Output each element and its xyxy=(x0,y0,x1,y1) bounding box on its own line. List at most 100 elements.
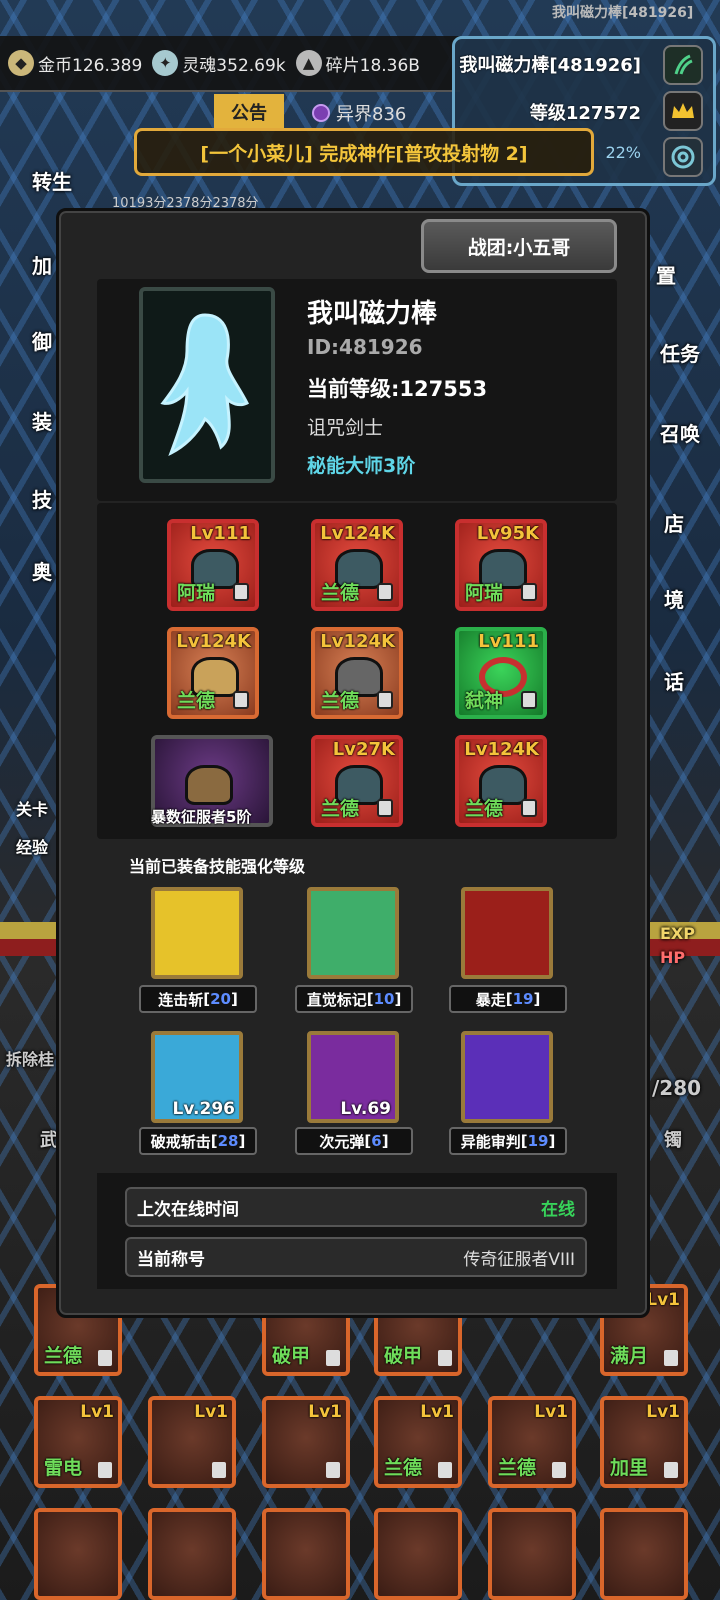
lock-icon xyxy=(438,1350,452,1366)
ghost-avatar-icon xyxy=(160,313,250,457)
profile-id: ID:481926 xyxy=(307,335,423,359)
online-status: 在线 xyxy=(541,1199,575,1220)
character-portrait xyxy=(139,287,275,483)
lock-icon xyxy=(233,691,249,709)
lock-icon xyxy=(664,1350,678,1366)
skill-label: 次元弹[6] xyxy=(295,1127,413,1155)
soul-currency: ✦ 灵魂352.69k xyxy=(152,50,286,76)
inventory-item[interactable] xyxy=(374,1508,462,1600)
equipment-slot[interactable]: Lv124K 兰德 xyxy=(311,627,403,719)
lock-icon xyxy=(552,1462,566,1478)
side-menu-label[interactable]: 奥 xyxy=(32,556,52,585)
lock-icon xyxy=(326,1350,340,1366)
inventory-item[interactable]: Lv1 xyxy=(262,1396,350,1488)
skill-combo-slash[interactable] xyxy=(151,887,243,979)
inventory-item[interactable]: Lv1 雷电 xyxy=(34,1396,122,1488)
right-menu-label[interactable]: 置 xyxy=(656,260,676,289)
side-menu-label[interactable]: 御 xyxy=(32,326,52,355)
pet-slot[interactable]: 暴数征服者5阶 xyxy=(151,735,273,827)
inventory-item[interactable] xyxy=(148,1508,236,1600)
equipment-slot[interactable]: Lv124K 兰德 xyxy=(167,627,259,719)
spiral-icon[interactable] xyxy=(663,137,703,177)
soul-icon: ✦ xyxy=(152,50,179,76)
inventory-item[interactable] xyxy=(34,1508,122,1600)
realm-indicator: 异界836 xyxy=(312,100,406,126)
rebirth-label[interactable]: 转生 xyxy=(32,166,72,195)
equipment-slot[interactable]: Lv111 弑神 xyxy=(455,627,547,719)
lock-icon xyxy=(98,1462,112,1478)
profile-class: 诅咒剑士 xyxy=(307,417,384,439)
exp-bar-label: EXP xyxy=(660,924,695,943)
right-menu-label[interactable]: 召唤 xyxy=(660,418,700,447)
exp-label: 经验 xyxy=(16,838,49,857)
lock-icon xyxy=(326,1462,340,1478)
inventory-item[interactable] xyxy=(488,1508,576,1600)
skill-label: 异能审判[19] xyxy=(449,1127,567,1155)
equipment-grid: Lv111 阿瑞 Lv124K 兰德 Lv95K 阿瑞 Lv124K 兰德 Lv… xyxy=(97,503,617,839)
announcement-tab[interactable]: 公告 xyxy=(214,94,284,130)
skill-psionic-judgment[interactable] xyxy=(461,1031,553,1123)
lock-icon xyxy=(377,583,393,601)
fragment-icon: ▲ xyxy=(295,50,322,76)
side-menu-label[interactable]: 装 xyxy=(32,406,52,435)
player-progress: 22% xyxy=(605,143,641,162)
skill-rampage[interactable] xyxy=(461,887,553,979)
inventory-item[interactable] xyxy=(600,1508,688,1600)
right-menu-label[interactable]: 店 xyxy=(664,508,684,537)
currency-bar: ◆ 金币126.389 ✦ 灵魂352.69k ▲ 碎片18.36B xyxy=(0,36,460,92)
skill-label: 暴走[19] xyxy=(449,985,567,1013)
lock-icon xyxy=(521,583,537,601)
skill-break-slash[interactable]: Lv.296 xyxy=(151,1031,243,1123)
claw-icon[interactable] xyxy=(663,45,703,85)
lock-icon xyxy=(438,1462,452,1478)
inventory-item[interactable]: Lv1 xyxy=(148,1396,236,1488)
player-profile-modal: 战团:小五哥 我叫磁力棒 ID:481926 当前等级:127553 诅咒剑士 … xyxy=(56,208,650,1318)
right-menu-label[interactable]: 话 xyxy=(664,666,684,695)
skills-section-title: 当前已装备技能强化等级 xyxy=(129,857,306,876)
profile-level: 当前等级:127553 xyxy=(307,377,488,401)
equipment-slot[interactable]: Lv27K 兰德 xyxy=(311,735,403,827)
profile-rank: 秘能大师3阶 xyxy=(307,455,416,477)
equipment-slot[interactable]: Lv124K 兰德 xyxy=(455,735,547,827)
skill-label: 连击斩[20] xyxy=(139,985,257,1013)
lock-icon xyxy=(664,1462,678,1478)
last-online-row: 上次在线时间 在线 xyxy=(125,1187,587,1227)
lock-icon xyxy=(233,583,249,601)
fragment-currency: ▲ 碎片18.36B xyxy=(295,50,420,76)
bracelet-tab-label[interactable]: 镯 xyxy=(664,1126,682,1152)
announcement-banner: [一个小菜儿] 完成神作[普攻投射物 2] xyxy=(134,128,594,176)
stage-label: 关卡 xyxy=(16,800,49,819)
player-info-list: 上次在线时间 在线 当前称号 传奇征服者VIII xyxy=(97,1173,617,1289)
wolf-pet-icon xyxy=(185,765,233,805)
current-title-row: 当前称号 传奇征服者VIII xyxy=(125,1237,587,1277)
skill-intuition-mark[interactable] xyxy=(307,887,399,979)
gold-currency: ◆ 金币126.389 xyxy=(8,50,142,76)
lock-icon xyxy=(212,1462,226,1478)
right-menu-label[interactable]: 境 xyxy=(664,584,684,613)
lock-icon xyxy=(521,691,537,709)
side-menu-label[interactable]: 技 xyxy=(32,484,52,513)
player-name-header: 我叫磁力棒[481926] xyxy=(552,5,694,21)
inventory-item[interactable]: Lv1 加里 xyxy=(600,1396,688,1488)
equipment-slot[interactable]: Lv111 阿瑞 xyxy=(167,519,259,611)
side-menu-label[interactable]: 加 xyxy=(32,250,52,279)
crown-icon[interactable] xyxy=(663,91,703,131)
gold-coin-icon: ◆ xyxy=(8,50,34,76)
lock-icon xyxy=(98,1350,112,1366)
profile-card: 我叫磁力棒 ID:481926 当前等级:127553 诅咒剑士 秘能大师3阶 xyxy=(97,279,617,501)
current-title-value: 传奇征服者VIII xyxy=(463,1249,575,1270)
equipment-slot[interactable]: Lv95K 阿瑞 xyxy=(455,519,547,611)
player-name: 我叫磁力棒[481926] xyxy=(459,55,641,76)
guild-button[interactable]: 战团:小五哥 xyxy=(421,219,617,273)
realm-portal-icon xyxy=(312,104,330,122)
skill-label: 破戒斩击[28] xyxy=(139,1127,257,1155)
inventory-item[interactable]: Lv1 兰德 xyxy=(374,1396,462,1488)
dismantle-label[interactable]: 拆除桂 xyxy=(6,1046,54,1070)
inventory-count: /280 xyxy=(652,1076,702,1100)
lock-icon xyxy=(521,799,537,817)
inventory-item[interactable] xyxy=(262,1508,350,1600)
right-menu-label[interactable]: 任务 xyxy=(660,338,700,367)
inventory-item[interactable]: Lv1 兰德 xyxy=(488,1396,576,1488)
equipment-slot[interactable]: Lv124K 兰德 xyxy=(311,519,403,611)
skill-dimension-bullet[interactable]: Lv.69 xyxy=(307,1031,399,1123)
